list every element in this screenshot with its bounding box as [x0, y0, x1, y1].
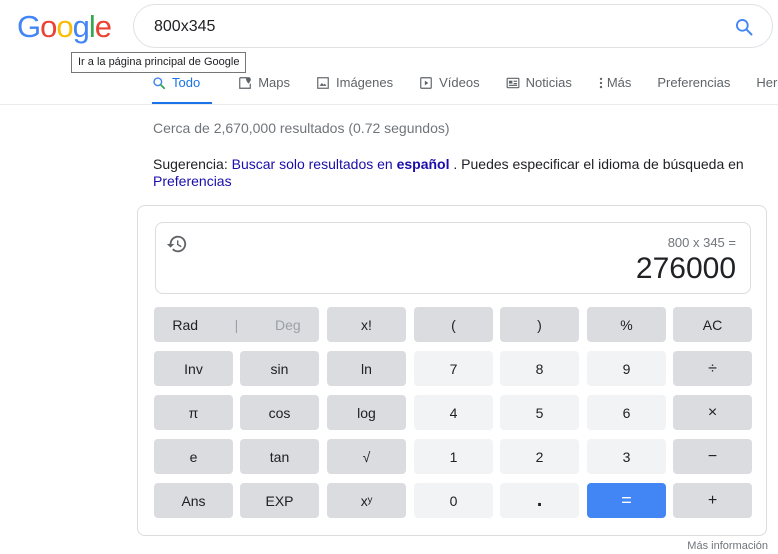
calculator-card: 800 x 345 = 276000 Rad | Deg x! ( ) % AC…: [137, 205, 767, 536]
search-box: [133, 4, 773, 48]
tab-images[interactable]: Imágenes: [316, 73, 393, 105]
tab-news[interactable]: Noticias: [506, 73, 572, 105]
digit-9-button[interactable]: 9: [587, 351, 666, 386]
tab-more[interactable]: Más: [598, 73, 632, 105]
digit-4-button[interactable]: 4: [414, 395, 493, 430]
left-paren-button[interactable]: (: [414, 307, 493, 342]
calculator-expression: 800 x 345 =: [667, 235, 736, 250]
map-icon: [238, 76, 252, 90]
result-stats: Cerca de 2,670,000 resultados (0.72 segu…: [153, 120, 450, 136]
tab-preferences[interactable]: Preferencias: [657, 73, 730, 105]
more-info-link[interactable]: Más información: [687, 540, 768, 552]
tabs-divider: [0, 104, 778, 105]
image-icon: [316, 76, 330, 90]
all-clear-button[interactable]: AC: [673, 307, 752, 342]
tab-label: Herram: [756, 75, 778, 90]
logo-tooltip: Ir a la página principal de Google: [71, 52, 247, 73]
deg-button[interactable]: Deg: [275, 317, 301, 333]
tan-button[interactable]: tan: [240, 439, 319, 474]
equals-button[interactable]: =: [587, 483, 666, 518]
search-input[interactable]: [154, 14, 714, 40]
history-icon[interactable]: [166, 233, 188, 255]
digit-3-button[interactable]: 3: [587, 439, 666, 474]
spanish-link-bold: español: [396, 156, 450, 172]
spanish-results-link[interactable]: Buscar solo resultados en español: [232, 156, 450, 172]
cos-button[interactable]: cos: [240, 395, 319, 430]
news-icon: [506, 76, 520, 90]
search-tabs: Todo Maps Imágenes Vídeos Noticias Más P…: [152, 73, 778, 105]
digit-8-button[interactable]: 8: [500, 351, 579, 386]
search-icon[interactable]: [734, 17, 754, 37]
tab-label: Vídeos: [439, 75, 480, 90]
suggestion-suffix: . Puedes especificar el idioma de búsque…: [453, 156, 744, 172]
decimal-button[interactable]: .: [500, 483, 579, 518]
tab-maps[interactable]: Maps: [238, 73, 290, 105]
logo-letter-e: e: [94, 9, 112, 44]
percent-button[interactable]: %: [587, 307, 666, 342]
tab-label: Noticias: [525, 75, 572, 90]
plus-button[interactable]: +: [673, 483, 752, 518]
digit-7-button[interactable]: 7: [414, 351, 493, 386]
logo-letter-o1: o: [40, 9, 57, 44]
digit-6-button[interactable]: 6: [587, 395, 666, 430]
exp-button[interactable]: EXP: [240, 483, 319, 518]
inverse-button[interactable]: Inv: [154, 351, 233, 386]
calculator-display: 800 x 345 = 276000: [155, 222, 751, 294]
right-paren-button[interactable]: ): [500, 307, 579, 342]
ln-button[interactable]: ln: [327, 351, 406, 386]
multiply-button[interactable]: ×: [673, 395, 752, 430]
tab-label: Preferencias: [657, 75, 731, 90]
spanish-link-text: Buscar solo resultados en: [231, 156, 393, 172]
factorial-button[interactable]: x!: [327, 307, 406, 342]
logo-letter-o2: o: [56, 9, 73, 44]
rad-deg-toggle: Rad | Deg: [154, 307, 319, 342]
sqrt-button[interactable]: √: [327, 439, 406, 474]
language-suggestion: Sugerencia: Buscar solo resultados en es…: [153, 156, 763, 190]
tab-label: Más: [606, 75, 632, 90]
google-logo[interactable]: Google: [17, 9, 112, 45]
answer-button[interactable]: Ans: [154, 483, 233, 518]
rad-button[interactable]: Rad: [172, 317, 198, 333]
logo-letter-g: G: [17, 9, 41, 44]
tab-todo[interactable]: Todo: [152, 73, 213, 105]
rad-deg-separator: |: [234, 316, 239, 333]
digit-1-button[interactable]: 1: [414, 439, 493, 474]
digit-0-button[interactable]: 0: [414, 483, 493, 518]
digit-5-button[interactable]: 5: [500, 395, 579, 430]
digit-2-button[interactable]: 2: [500, 439, 579, 474]
power-button[interactable]: xʸ: [327, 483, 406, 518]
pi-button[interactable]: π: [154, 395, 233, 430]
tab-label: Todo: [172, 75, 201, 90]
more-vert-icon: [598, 76, 604, 90]
logo-letter-g2: g: [72, 9, 90, 44]
log-button[interactable]: log: [327, 395, 406, 430]
preferences-link[interactable]: Preferencias: [153, 173, 232, 189]
video-icon: [419, 76, 433, 90]
minus-button[interactable]: −: [673, 439, 752, 474]
divide-button[interactable]: ÷: [673, 351, 752, 386]
tab-videos[interactable]: Vídeos: [419, 73, 480, 105]
tab-tools[interactable]: Herram: [756, 73, 778, 105]
search-icon: [152, 76, 166, 90]
sin-button[interactable]: sin: [240, 351, 319, 386]
tab-label: Maps: [258, 75, 290, 90]
euler-button[interactable]: e: [154, 439, 233, 474]
calculator-result: 276000: [635, 252, 736, 285]
tab-label: Imágenes: [336, 75, 394, 90]
suggestion-prefix: Sugerencia:: [153, 156, 228, 172]
